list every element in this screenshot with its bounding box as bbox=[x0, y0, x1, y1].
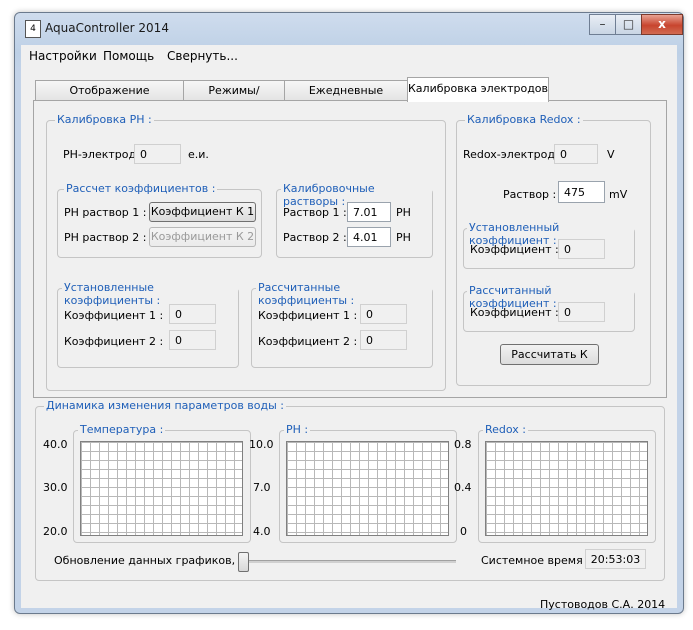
redox-electrode-value: 0 bbox=[554, 144, 598, 164]
redox-calculated-value: 0 bbox=[558, 302, 605, 322]
system-time-value: 20:53:03 bbox=[585, 549, 646, 569]
calculate-k-button[interactable]: Рассчитать К bbox=[500, 344, 599, 365]
coeff-k1-button[interactable]: Коэффициент К 1 bbox=[149, 202, 256, 222]
ph-calibration-group: Калибровка PH : PH-электрод : 0 е.и. Рас… bbox=[46, 113, 446, 391]
redox-y-min: 0 bbox=[460, 525, 467, 538]
ph-y-max: 10.0 bbox=[249, 438, 274, 451]
author-credit: Пустоводов С.А. 2014 bbox=[540, 598, 666, 611]
menu-bar: Настройки Помощь Свернуть... bbox=[21, 45, 677, 68]
redox-solution-label: Раствор : bbox=[503, 188, 557, 201]
redox-electrode-unit: V bbox=[607, 148, 615, 161]
calculated-k2-value: 0 bbox=[360, 330, 407, 350]
temperature-chart-plot bbox=[80, 441, 243, 536]
ph-y-min: 4.0 bbox=[253, 525, 271, 538]
redox-calibration-group: Калибровка Redox : Redox-электрод : 0 V … bbox=[456, 113, 651, 386]
update-interval-slider[interactable] bbox=[238, 551, 456, 572]
temp-y-max: 40.0 bbox=[43, 438, 68, 451]
coeff-k2-button[interactable]: Коэффициент К 2 bbox=[149, 227, 256, 247]
redox-installed-value: 0 bbox=[558, 239, 605, 259]
temperature-chart-frame: Температура : bbox=[73, 423, 251, 543]
temp-y-mid: 30.0 bbox=[43, 481, 68, 494]
system-time-label: Системное время : bbox=[481, 554, 590, 567]
app-window: 4 AquaController 2014 – □ x Настройки По… bbox=[14, 12, 684, 614]
menu-minimize[interactable]: Свернуть... bbox=[167, 49, 238, 63]
solution-1-unit: PH bbox=[396, 206, 411, 219]
dynamics-group: Динамика изменения параметров воды : 40.… bbox=[35, 399, 665, 581]
solution-1-input[interactable]: 7.01 bbox=[347, 202, 391, 222]
installed-k2-label: Коэффициент 2 : bbox=[64, 335, 164, 348]
tab-info-display[interactable]: Отображение информации bbox=[35, 80, 184, 117]
title-bar[interactable]: 4 AquaController 2014 – □ x bbox=[15, 13, 683, 45]
solution-2-input[interactable]: 4.01 bbox=[347, 227, 391, 247]
tab-modes-events[interactable]: Режимы/События bbox=[183, 80, 285, 117]
window-title: AquaController 2014 bbox=[45, 21, 169, 35]
ph-calibration-title: Калибровка PH : bbox=[55, 113, 154, 126]
tab-daily-timers[interactable]: Ежедневные Таймеры bbox=[284, 80, 408, 117]
redox-solution-input[interactable]: 475 bbox=[558, 181, 605, 203]
slider-thumb[interactable] bbox=[238, 552, 249, 572]
calculated-k2-label: Коэффициент 2 : bbox=[258, 335, 358, 348]
tab-electrode-calibration[interactable]: Калибровка электродов bbox=[407, 77, 549, 102]
ph-electrode-value: 0 bbox=[134, 144, 181, 164]
redox-calculated-label: Коэффициент : bbox=[470, 306, 559, 319]
calc-coeff-group: Рассчет коэффициентов : PH раствор 1 : К… bbox=[57, 182, 262, 258]
installed-k2-value: 0 bbox=[169, 330, 216, 350]
maximize-button[interactable]: □ bbox=[615, 14, 642, 35]
installed-k1-label: Коэффициент 1 : bbox=[64, 309, 164, 322]
redox-calculated-group: Рассчитанный коэффициент : Коэффициент :… bbox=[463, 284, 635, 332]
calibration-solutions-group: Калибровочные растворы : Раствор 1 : 7.0… bbox=[276, 182, 433, 258]
ph-chart-plot bbox=[286, 441, 449, 536]
calculated-k1-label: Коэффициент 1 : bbox=[258, 309, 358, 322]
dynamics-title: Динамика изменения параметров воды : bbox=[44, 399, 287, 412]
close-button[interactable]: x bbox=[641, 14, 683, 35]
calculated-coeff-group: Рассчитанные коэффициенты : Коэффициент … bbox=[251, 281, 433, 368]
ph-chart-title: PH : bbox=[284, 423, 311, 436]
ph-electrode-label: PH-электрод : bbox=[63, 148, 144, 161]
calculated-k1-value: 0 bbox=[360, 304, 407, 324]
installed-coeff-group: Установленные коэффициенты : Коэффициент… bbox=[57, 281, 239, 368]
redox-solution-unit: mV bbox=[609, 188, 628, 201]
redox-installed-group: Установленный коэффициент : Коэффициент … bbox=[463, 221, 635, 269]
menu-help[interactable]: Помощь bbox=[103, 49, 154, 63]
redox-y-max: 0.8 bbox=[454, 438, 472, 451]
installed-k1-value: 0 bbox=[169, 304, 216, 324]
solution-2-unit: PH bbox=[396, 231, 411, 244]
document-icon: 4 bbox=[25, 20, 41, 38]
minimize-button[interactable]: – bbox=[589, 14, 616, 35]
update-interval-label: Обновление данных графиков, с. bbox=[54, 554, 249, 567]
menu-settings[interactable]: Настройки bbox=[29, 49, 97, 63]
redox-chart-title: Redox : bbox=[483, 423, 529, 436]
redox-electrode-label: Redox-электрод : bbox=[463, 148, 563, 161]
ph-electrode-unit: е.и. bbox=[188, 148, 209, 161]
temp-y-min: 20.0 bbox=[43, 525, 68, 538]
calibration-tab-page: Калибровка PH : PH-электрод : 0 е.и. Рас… bbox=[33, 100, 667, 398]
slider-track bbox=[238, 560, 456, 563]
redox-installed-label: Коэффициент : bbox=[470, 243, 559, 256]
solution-1-label: Раствор 1 : bbox=[283, 206, 347, 219]
temperature-chart-title: Температура : bbox=[78, 423, 166, 436]
solution-2-label: Раствор 2 : bbox=[283, 231, 347, 244]
ph-solution-2-label: PH раствор 2 : bbox=[64, 231, 147, 244]
client-area: Отображение информации Режимы/События Еж… bbox=[21, 67, 677, 611]
redox-chart-frame: Redox : bbox=[478, 423, 656, 543]
redox-chart-plot bbox=[485, 441, 648, 536]
redox-calibration-title: Калибровка Redox : bbox=[465, 113, 583, 126]
ph-solution-1-label: PH раствор 1 : bbox=[64, 206, 147, 219]
ph-y-mid: 7.0 bbox=[253, 481, 271, 494]
calc-coeff-title: Рассчет коэффициентов : bbox=[64, 182, 218, 195]
redox-y-mid: 0.4 bbox=[454, 481, 472, 494]
ph-chart-frame: PH : bbox=[279, 423, 457, 543]
